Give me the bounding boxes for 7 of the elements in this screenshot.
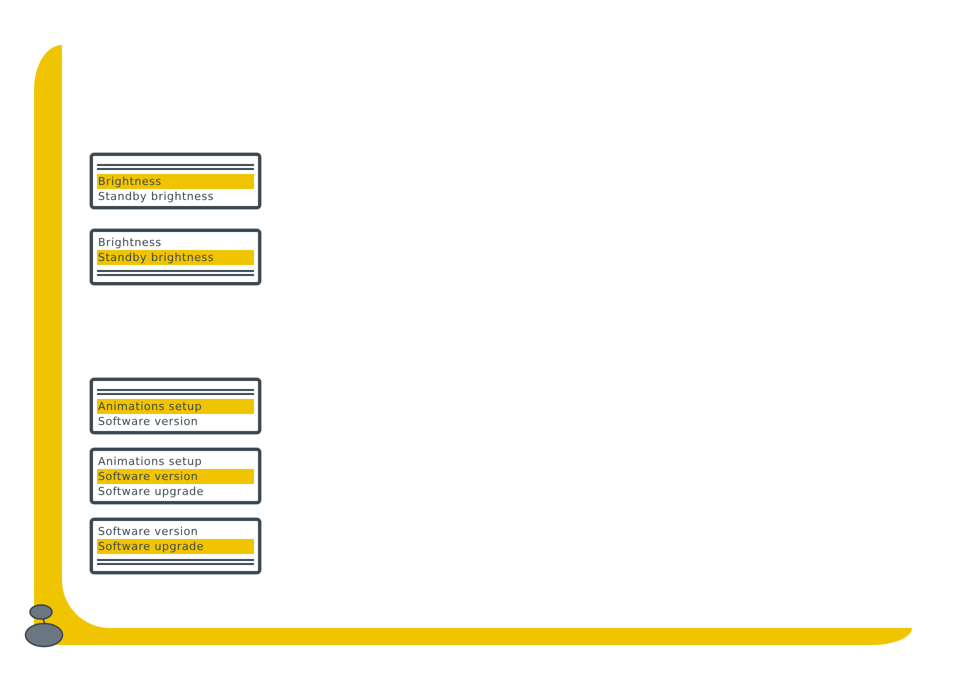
lcd-menu-line: Software version bbox=[97, 524, 200, 539]
lcd-menu-line: Brightness bbox=[97, 235, 163, 250]
lcd-menu-line: Software version bbox=[97, 414, 200, 429]
lcd-menu-line: Software upgrade bbox=[97, 484, 205, 499]
stacked-ovals-icon bbox=[24, 603, 64, 648]
lcd-menu-line: Animations setup bbox=[97, 454, 204, 469]
lcd-menu-line: Standby brightness bbox=[97, 189, 216, 204]
